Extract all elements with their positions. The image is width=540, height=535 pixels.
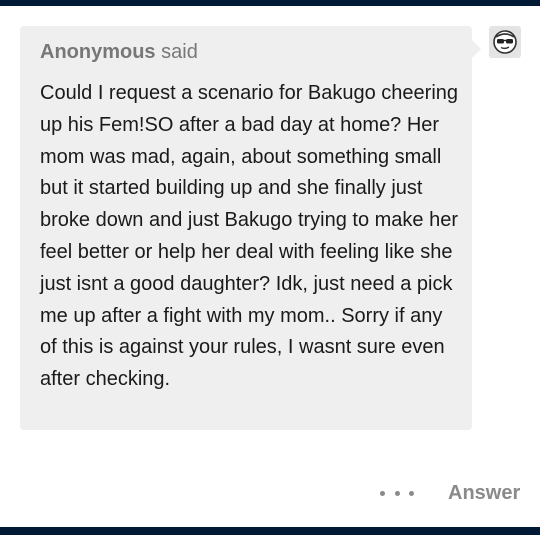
- bottom-frame-bar: [0, 527, 540, 535]
- anonymous-sunglasses-icon: [493, 30, 517, 54]
- asker-name: Anonymous: [40, 41, 156, 63]
- asker-said-label: said: [161, 41, 198, 63]
- more-options-button[interactable]: [380, 484, 414, 502]
- top-frame-bar: [0, 0, 540, 6]
- ellipsis-icon: [380, 490, 385, 496]
- answer-button[interactable]: Answer: [448, 481, 520, 505]
- anonymous-avatar[interactable]: [489, 26, 521, 58]
- asker-line: Anonymous said: [40, 40, 198, 64]
- ellipsis-icon: [409, 490, 414, 496]
- question-text: Could I request a scenario for Bakugo ch…: [40, 82, 459, 391]
- ask-bubble-tail: [472, 40, 481, 58]
- ellipsis-icon: [394, 490, 400, 496]
